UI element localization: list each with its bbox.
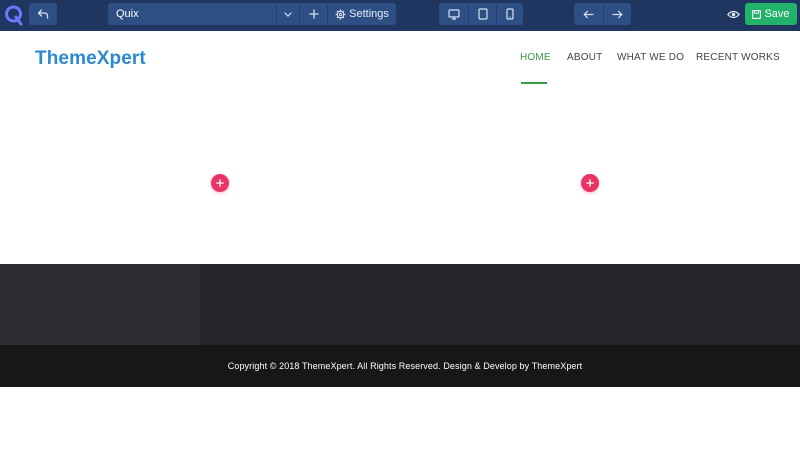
site-header: ThemeXpert HOME ABOUT WHAT WE DO RECENT …	[0, 31, 800, 106]
copyright-text: Copyright © 2018 ThemeXpert. All Rights …	[227, 361, 583, 371]
active-nav-indicator	[521, 82, 547, 84]
nav-about[interactable]: ABOUT	[567, 52, 602, 63]
back-button[interactable]	[574, 3, 603, 25]
nav-what-we-do[interactable]: WHAT WE DO	[617, 52, 684, 63]
footer-column	[0, 264, 200, 345]
save-icon	[752, 9, 762, 19]
footer-widgets	[0, 264, 800, 345]
tablet-icon	[477, 8, 488, 20]
plus-icon	[216, 179, 224, 187]
settings-label: Settings	[349, 8, 389, 20]
footer-bottom-bar: Copyright © 2018 ThemeXpert. All Rights …	[0, 345, 800, 387]
mobile-view-button[interactable]	[496, 3, 523, 25]
tablet-view-button[interactable]	[468, 3, 496, 25]
page-name: Quix	[116, 8, 139, 20]
page-blank-area	[0, 387, 800, 459]
mobile-icon	[506, 8, 514, 20]
page-dropdown-button[interactable]	[276, 3, 299, 25]
page-selector[interactable]: Quix	[108, 3, 276, 25]
settings-button[interactable]: Settings	[327, 3, 396, 25]
content-section	[0, 106, 800, 264]
undo-button[interactable]	[29, 3, 57, 25]
desktop-icon	[447, 8, 460, 20]
plus-icon	[308, 9, 319, 19]
save-button[interactable]: Save	[745, 3, 797, 25]
eye-icon	[726, 10, 740, 18]
arrow-right-icon	[612, 10, 623, 18]
save-label: Save	[764, 8, 790, 20]
add-element-button-right[interactable]	[581, 174, 599, 192]
forward-button[interactable]	[603, 3, 631, 25]
gear-icon	[335, 9, 346, 19]
builder-toolbar: Quix Settings Save	[0, 0, 800, 31]
arrow-left-icon	[583, 10, 594, 18]
preview-button[interactable]	[724, 6, 742, 22]
site-logo[interactable]: ThemeXpert	[35, 48, 146, 70]
quix-logo-icon[interactable]	[3, 3, 25, 27]
nav-home[interactable]: HOME	[520, 52, 551, 63]
add-page-button[interactable]	[299, 3, 327, 25]
nav-recent-works[interactable]: RECENT WORKS	[696, 52, 780, 63]
plus-icon	[586, 179, 594, 187]
chevron-down-icon	[284, 11, 292, 17]
desktop-view-button[interactable]	[439, 3, 468, 25]
add-element-button-left[interactable]	[211, 174, 229, 192]
undo-icon	[37, 9, 49, 19]
